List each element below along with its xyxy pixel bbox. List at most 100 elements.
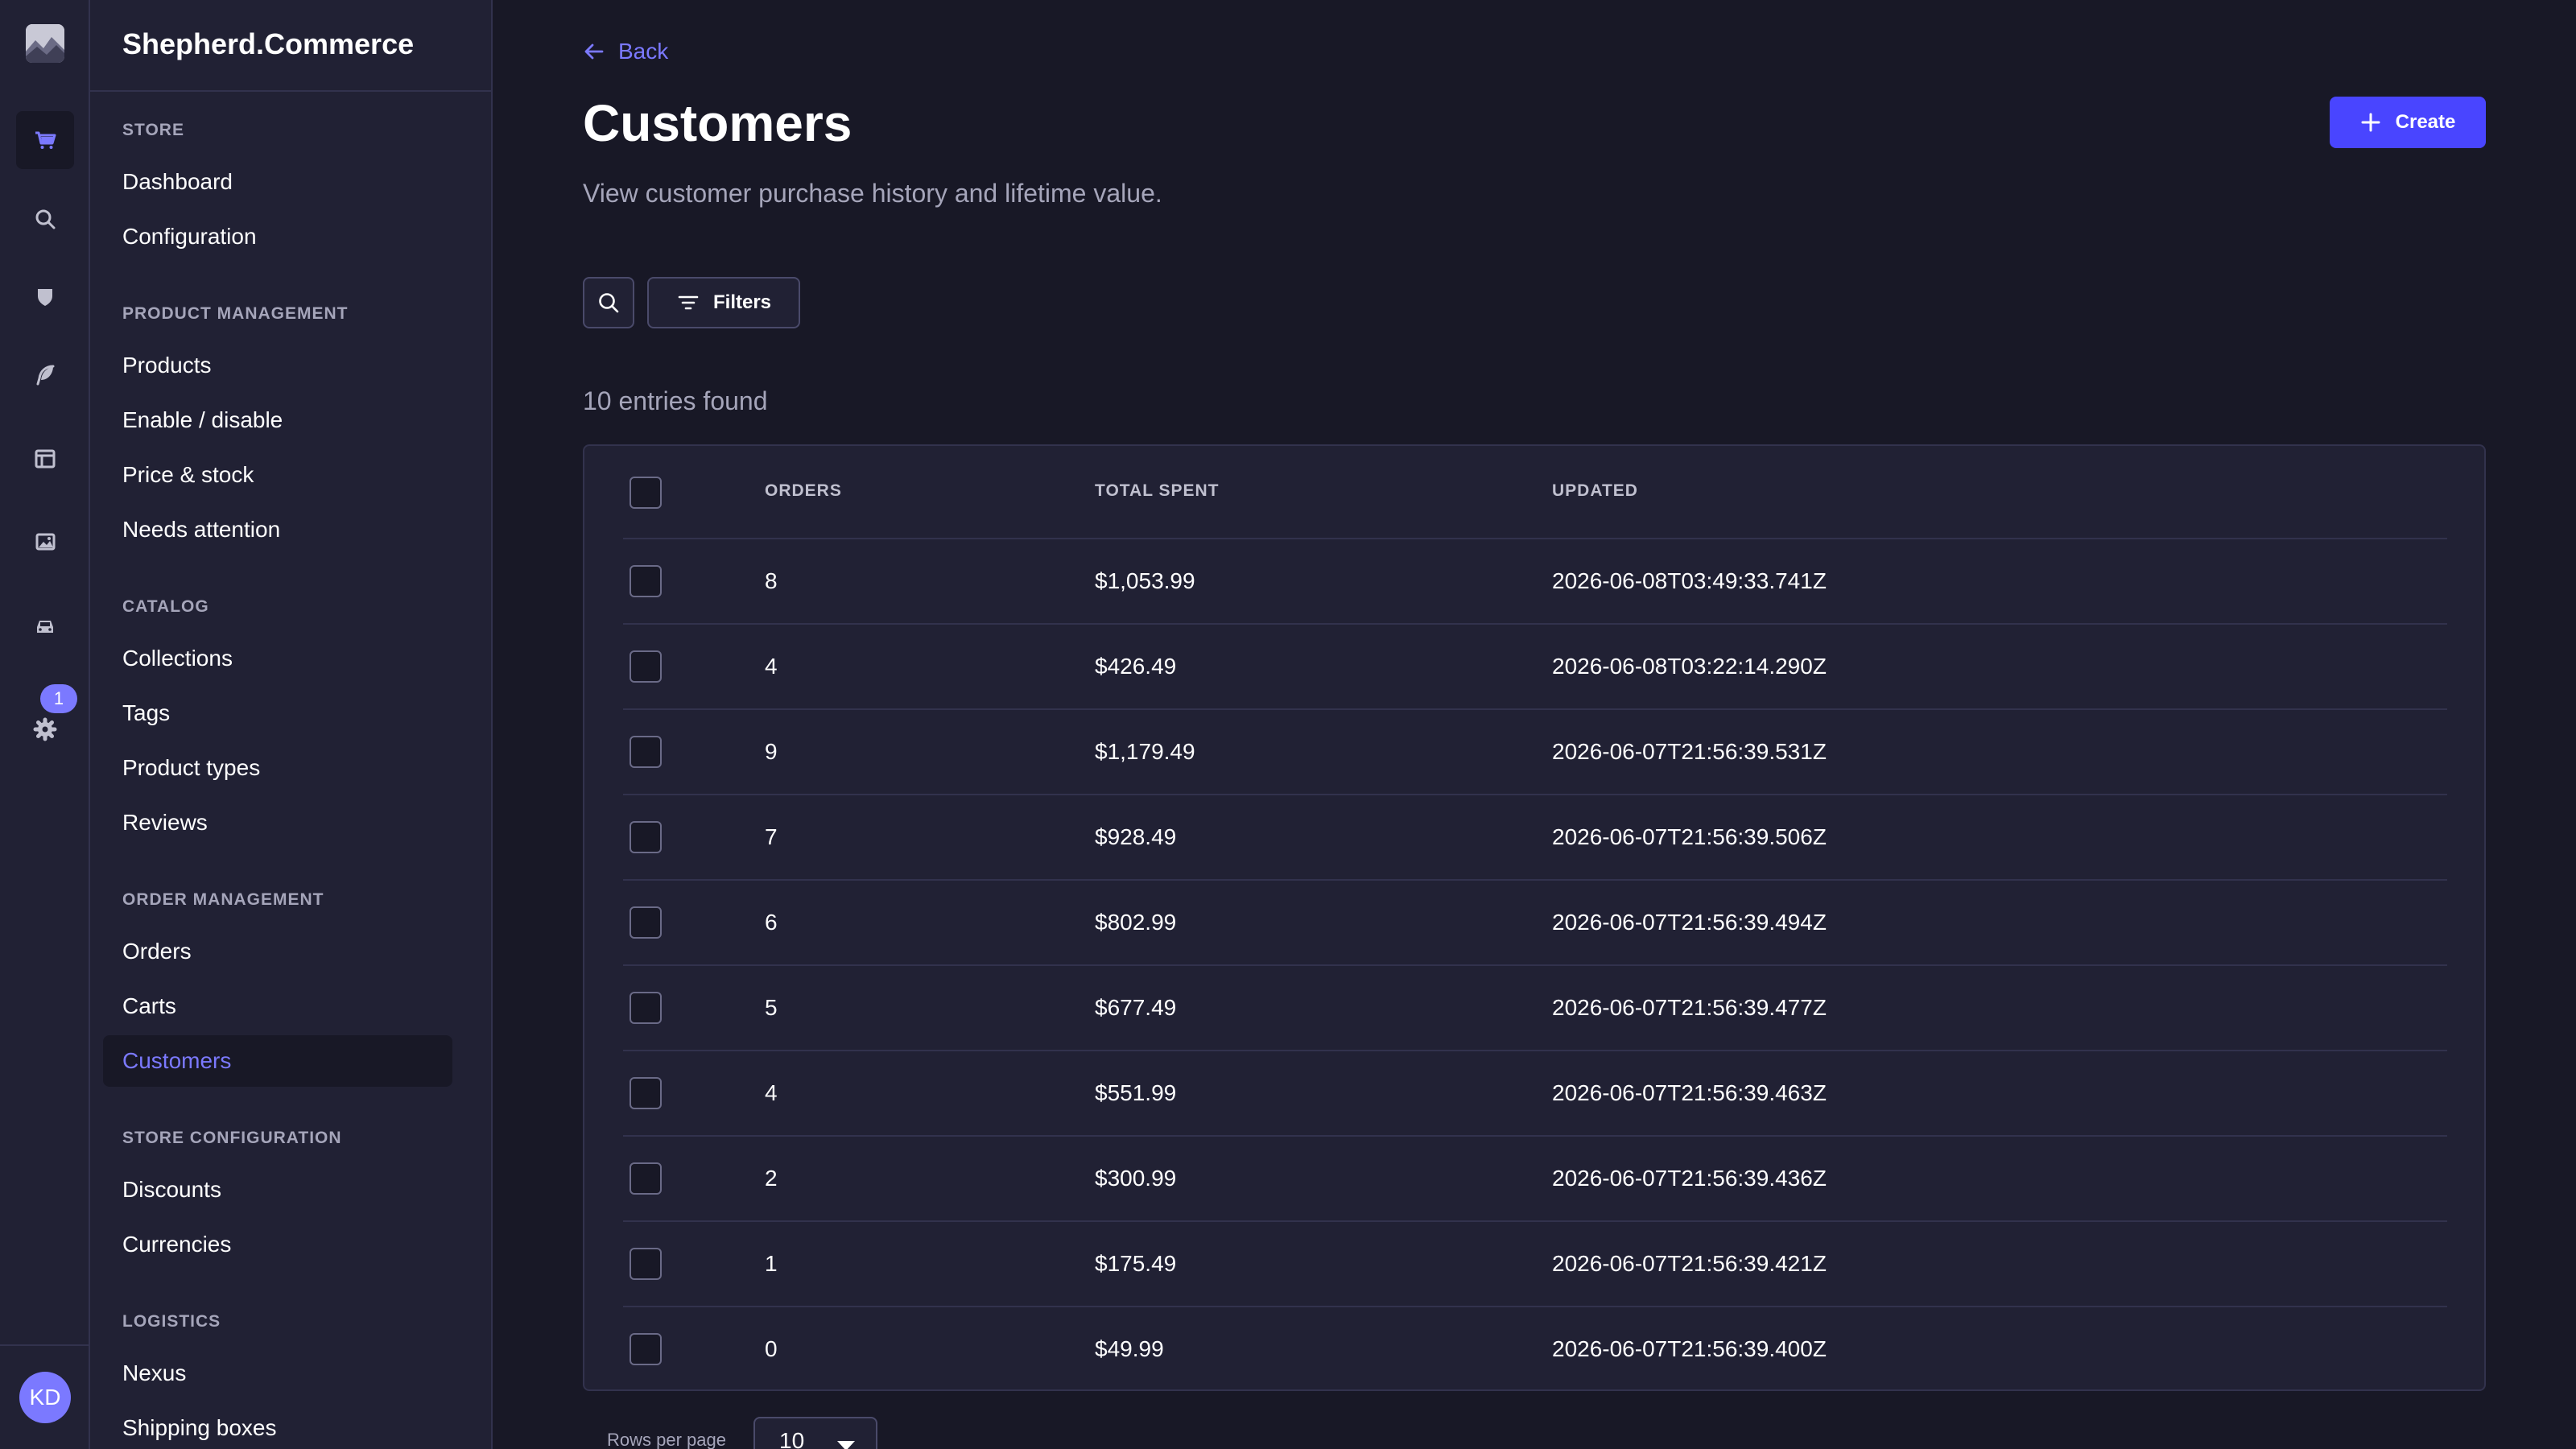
column-header-total-spent[interactable]: TOTAL SPENT	[1095, 481, 1220, 501]
table-row[interactable]: 7 $928.49 2026-06-07T21:56:39.506Z	[623, 795, 2447, 881]
table-row[interactable]: 2 $300.99 2026-06-07T21:56:39.436Z	[623, 1137, 2447, 1222]
row-checkbox[interactable]	[630, 1162, 662, 1195]
rail-cart[interactable]	[16, 111, 74, 169]
row-checkbox[interactable]	[630, 1077, 662, 1109]
nav-item-customers[interactable]: Customers	[103, 1035, 452, 1087]
column-header-orders[interactable]: ORDERS	[765, 481, 842, 501]
table-row[interactable]: 6 $802.99 2026-06-07T21:56:39.494Z	[623, 881, 2447, 966]
cell-updated: 2026-06-07T21:56:39.463Z	[1552, 1080, 1827, 1105]
create-label: Create	[2395, 111, 2456, 133]
rail-feather[interactable]	[16, 346, 74, 404]
feather-icon	[36, 365, 55, 386]
cart-icon	[35, 131, 56, 149]
table-row[interactable]: 0 $49.99 2026-06-07T21:56:39.400Z	[623, 1307, 2447, 1393]
app-root: 1 KD Shepherd.Commerce STORE Dashboard C…	[0, 0, 2576, 1449]
nav-item-collections[interactable]: Collections	[103, 633, 452, 684]
nav-section-product-management: PRODUCT MANAGEMENT	[122, 304, 349, 323]
nav-item-orders[interactable]: Orders	[103, 926, 452, 977]
row-checkbox[interactable]	[630, 992, 662, 1024]
rows-per-page-select[interactable]: 10	[753, 1417, 877, 1449]
table-row[interactable]: 1 $175.49 2026-06-07T21:56:39.421Z	[623, 1222, 2447, 1307]
rail-divider	[0, 1344, 89, 1346]
avatar[interactable]: KD	[19, 1372, 71, 1423]
search-button[interactable]	[583, 277, 634, 328]
search-icon	[599, 293, 619, 313]
row-checkbox[interactable]	[630, 736, 662, 768]
nav-item-dashboard[interactable]: Dashboard	[103, 156, 452, 208]
row-checkbox[interactable]	[630, 906, 662, 939]
table-row[interactable]: 4 $551.99 2026-06-07T21:56:39.463Z	[623, 1051, 2447, 1137]
logo-icon[interactable]	[26, 24, 64, 63]
nav-item-product-types[interactable]: Product types	[103, 742, 452, 794]
customers-table: ORDERS TOTAL SPENT UPDATED 8 $1,053.99 2…	[583, 444, 2486, 1391]
row-checkbox[interactable]	[630, 1333, 662, 1365]
rail-images[interactable]	[16, 512, 74, 570]
nav-item-discounts[interactable]: Discounts	[103, 1164, 452, 1216]
back-label: Back	[618, 39, 669, 64]
rail-shield[interactable]	[16, 267, 74, 325]
search-icon	[35, 209, 56, 229]
rail-layout[interactable]	[16, 430, 74, 488]
main-content: Back Customers View customer purchase hi…	[493, 0, 2576, 1449]
icon-rail: 1 KD	[0, 0, 90, 1449]
table-row[interactable]: 4 $426.49 2026-06-08T03:22:14.290Z	[623, 625, 2447, 710]
select-all-checkbox[interactable]	[630, 477, 662, 509]
row-checkbox[interactable]	[630, 1248, 662, 1280]
cell-total-spent: $677.49	[1095, 995, 1177, 1020]
pagination: Rows per page 10	[583, 1391, 2486, 1449]
cell-orders: 6	[765, 910, 778, 935]
row-checkbox[interactable]	[630, 821, 662, 853]
rail-car[interactable]	[16, 597, 74, 655]
nav-item-enable-disable[interactable]: Enable / disable	[103, 394, 452, 446]
nav-item-currencies[interactable]: Currencies	[103, 1219, 452, 1270]
nav-item-nexus[interactable]: Nexus	[103, 1348, 452, 1399]
cell-total-spent: $802.99	[1095, 910, 1177, 935]
cell-updated: 2026-06-07T21:56:39.494Z	[1552, 910, 1827, 935]
subnav-divider	[90, 90, 491, 92]
cell-total-spent: $300.99	[1095, 1166, 1177, 1191]
rows-per-page-value: 10	[779, 1428, 805, 1449]
nav-section-catalog: CATALOG	[122, 597, 209, 616]
cell-updated: 2026-06-08T03:49:33.741Z	[1552, 568, 1827, 593]
cell-orders: 9	[765, 739, 778, 764]
entries-count: 10 entries found	[583, 386, 768, 415]
rows-per-page-label: Rows per page	[607, 1430, 726, 1449]
table-header: ORDERS TOTAL SPENT UPDATED	[623, 446, 2447, 539]
cell-total-spent: $551.99	[1095, 1080, 1177, 1105]
arrow-left-icon	[584, 43, 604, 60]
table-row[interactable]: 9 $1,179.49 2026-06-07T21:56:39.531Z	[623, 710, 2447, 795]
row-checkbox[interactable]	[630, 565, 662, 597]
nav-section-logistics: LOGISTICS	[122, 1312, 221, 1331]
car-icon	[37, 621, 53, 633]
cell-updated: 2026-06-08T03:22:14.290Z	[1552, 654, 1827, 679]
cell-orders: 2	[765, 1166, 778, 1191]
rail-search[interactable]	[16, 190, 74, 248]
cell-updated: 2026-06-07T21:56:39.531Z	[1552, 739, 1827, 764]
nav-item-price-stock[interactable]: Price & stock	[103, 449, 452, 501]
cell-orders: 5	[765, 995, 778, 1020]
back-link[interactable]: Back	[583, 39, 668, 64]
column-header-updated[interactable]: UPDATED	[1552, 481, 1638, 501]
nav-item-tags[interactable]: Tags	[103, 687, 452, 739]
table-row[interactable]: 5 $677.49 2026-06-07T21:56:39.477Z	[623, 966, 2447, 1051]
nav-item-shipping-boxes[interactable]: Shipping boxes	[103, 1402, 452, 1449]
filters-button[interactable]: Filters	[647, 277, 800, 328]
nav-item-configuration[interactable]: Configuration	[103, 211, 452, 262]
shield-icon	[38, 289, 52, 306]
row-checkbox[interactable]	[630, 650, 662, 683]
cell-total-spent: $1,053.99	[1095, 568, 1195, 593]
cell-updated: 2026-06-07T21:56:39.506Z	[1552, 824, 1827, 849]
nav-item-products[interactable]: Products	[103, 340, 452, 391]
cell-updated: 2026-06-07T21:56:39.436Z	[1552, 1166, 1827, 1191]
nav-item-carts[interactable]: Carts	[103, 980, 452, 1032]
cell-orders: 4	[765, 654, 778, 679]
nav-item-reviews[interactable]: Reviews	[103, 797, 452, 848]
create-button[interactable]: Create	[2330, 97, 2486, 148]
page-subtitle: View customer purchase history and lifet…	[583, 179, 1162, 208]
filter-icon	[678, 295, 699, 310]
cell-orders: 0	[765, 1336, 778, 1361]
table-row[interactable]: 8 $1,053.99 2026-06-08T03:49:33.741Z	[623, 539, 2447, 625]
nav-item-needs-attention[interactable]: Needs attention	[103, 504, 452, 555]
cell-orders: 1	[765, 1251, 778, 1276]
cell-total-spent: $1,179.49	[1095, 739, 1195, 764]
